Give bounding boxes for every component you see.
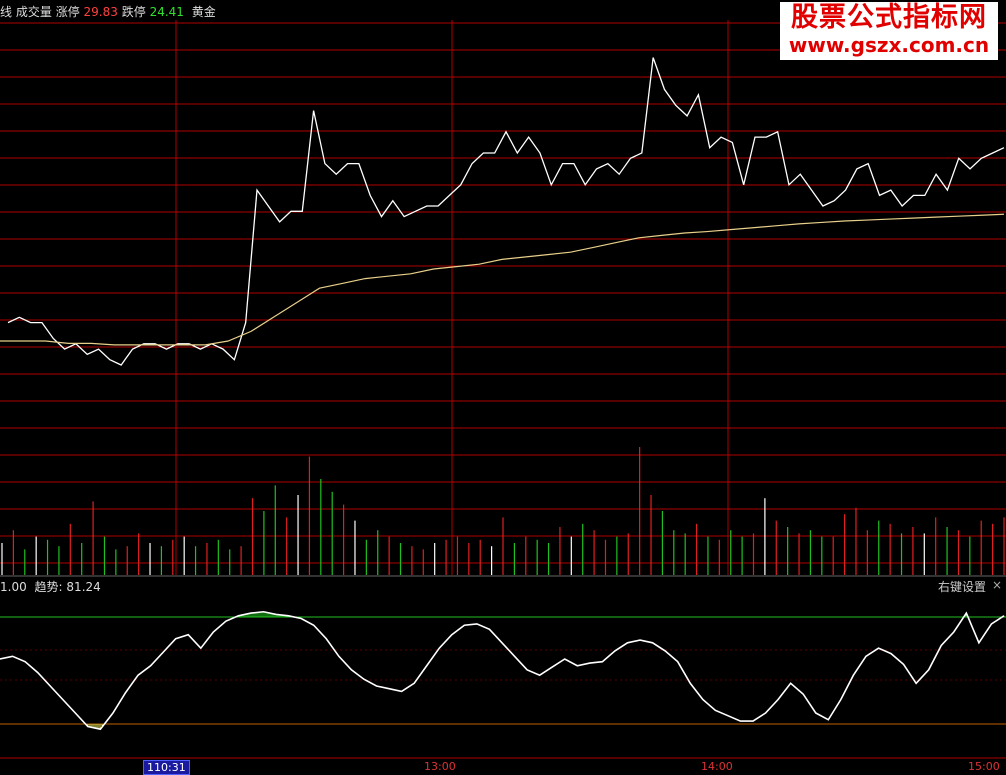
site-watermark: 股票公式指标网 www.gszx.com.cn <box>780 2 998 60</box>
limit-down-value: 24.41 <box>149 5 184 19</box>
cursor-time-value: 10:31 <box>154 761 186 774</box>
gold-label: 黄金 <box>191 5 216 19</box>
watermark-title: 股票公式指标网 <box>791 2 987 33</box>
header-prefix: 线 <box>0 5 13 19</box>
average-price-line <box>0 213 1005 346</box>
indicator-prefix: 1.00 <box>0 580 27 594</box>
time-label-1300: 13:00 <box>424 760 456 773</box>
limit-down-label: 跌停 <box>121 5 146 19</box>
trend-line <box>0 610 1005 731</box>
volume-label: 成交量 <box>15 5 52 19</box>
intraday-chart[interactable] <box>0 0 1006 773</box>
indicator-header: 1.00 趋势: 81.24 <box>0 578 101 595</box>
limit-up-value: 29.83 <box>83 5 118 19</box>
close-icon[interactable]: × <box>992 578 1002 592</box>
right-click-settings[interactable]: 右键设置 <box>938 578 986 595</box>
watermark-url: www.gszx.com.cn <box>788 33 990 57</box>
trend-value: 81.24 <box>66 580 101 594</box>
cursor-time-prefix: 1 <box>147 761 154 774</box>
top-header: 线 成交量 涨停 29.83 跌停 24.41 黄金 <box>0 3 216 20</box>
time-label-1400: 14:00 <box>701 760 733 773</box>
trend-label: 趋势: <box>34 580 63 594</box>
time-label-1500: 15:00 <box>968 760 1000 773</box>
limit-up-label: 涨停 <box>55 5 80 19</box>
